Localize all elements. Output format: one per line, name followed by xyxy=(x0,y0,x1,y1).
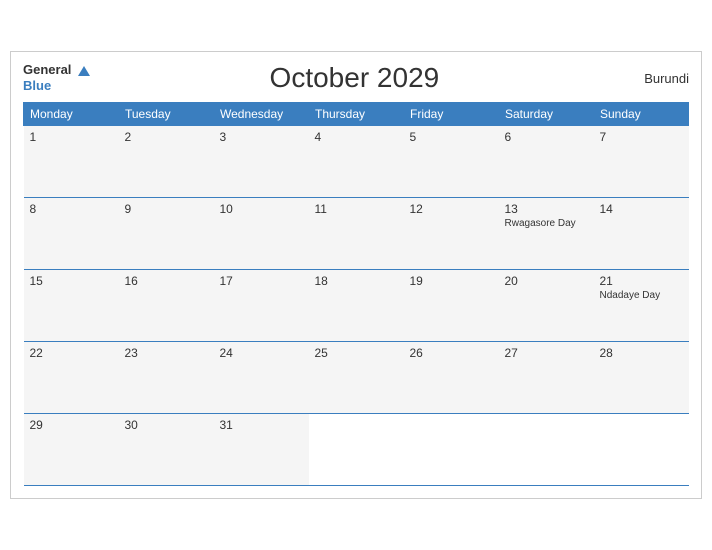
calendar-day: 23 xyxy=(119,342,214,414)
header-tuesday: Tuesday xyxy=(119,103,214,126)
day-number: 16 xyxy=(125,274,208,288)
calendar-day: 17 xyxy=(214,270,309,342)
logo-general-text: General xyxy=(23,62,71,77)
day-number: 20 xyxy=(505,274,588,288)
calendar-day: 28 xyxy=(594,342,689,414)
calendar-day: 12 xyxy=(404,198,499,270)
calendar-day: 7 xyxy=(594,126,689,198)
calendar-day: 24 xyxy=(214,342,309,414)
calendar-day xyxy=(404,414,499,486)
day-number: 7 xyxy=(600,130,683,144)
day-number: 31 xyxy=(220,418,303,432)
day-number: 23 xyxy=(125,346,208,360)
day-number: 27 xyxy=(505,346,588,360)
day-number: 17 xyxy=(220,274,303,288)
header-sunday: Sunday xyxy=(594,103,689,126)
header-friday: Friday xyxy=(404,103,499,126)
header-saturday: Saturday xyxy=(499,103,594,126)
calendar-day: 18 xyxy=(309,270,404,342)
day-number: 28 xyxy=(600,346,683,360)
logo-top-row: General xyxy=(23,62,90,78)
calendar-day: 13 Rwagasore Day xyxy=(499,198,594,270)
header-wednesday: Wednesday xyxy=(214,103,309,126)
day-number: 30 xyxy=(125,418,208,432)
day-number: 29 xyxy=(30,418,113,432)
day-number: 3 xyxy=(220,130,303,144)
calendar-container: General Blue October 2029 Burundi Monday… xyxy=(10,51,702,499)
calendar-header: General Blue October 2029 Burundi xyxy=(23,62,689,94)
calendar-day: 26 xyxy=(404,342,499,414)
day-number: 15 xyxy=(30,274,113,288)
day-number: 5 xyxy=(410,130,493,144)
day-number: 13 xyxy=(505,202,588,216)
day-number: 26 xyxy=(410,346,493,360)
calendar-day: 22 xyxy=(24,342,119,414)
day-number: 11 xyxy=(315,202,398,216)
calendar-day xyxy=(309,414,404,486)
day-number: 6 xyxy=(505,130,588,144)
calendar-day: 3 xyxy=(214,126,309,198)
logo-triangle-icon xyxy=(78,66,90,76)
week-row-3: 15 16 17 18 19 20 21 Ndadaye Day xyxy=(24,270,689,342)
week-row-2: 89 10 11 12 13 Rwagasore Day 14 xyxy=(24,198,689,270)
day-number: 10 xyxy=(220,202,303,216)
calendar-day: 30 xyxy=(119,414,214,486)
calendar-grid: Monday Tuesday Wednesday Thursday Friday… xyxy=(23,102,689,486)
calendar-day: 10 xyxy=(214,198,309,270)
day-number: 22 xyxy=(30,346,113,360)
calendar-day xyxy=(594,414,689,486)
calendar-title: October 2029 xyxy=(90,62,619,94)
calendar-day: 2 xyxy=(119,126,214,198)
calendar-day: 6 xyxy=(499,126,594,198)
week-row-5: 29 30 31 xyxy=(24,414,689,486)
calendar-day: 8 xyxy=(24,198,119,270)
calendar-day: 29 xyxy=(24,414,119,486)
calendar-day: 27 xyxy=(499,342,594,414)
day-number: 21 xyxy=(600,274,683,288)
calendar-day xyxy=(499,414,594,486)
logo-blue-text: Blue xyxy=(23,78,51,93)
calendar-country: Burundi xyxy=(619,71,689,86)
calendar-day: 4 xyxy=(309,126,404,198)
header-thursday: Thursday xyxy=(309,103,404,126)
day-number: 4 xyxy=(315,130,398,144)
day-number: 19 xyxy=(410,274,493,288)
day-number: 12 xyxy=(410,202,493,216)
holiday-label: Rwagasore Day xyxy=(505,218,588,229)
calendar-day: 31 xyxy=(214,414,309,486)
day-number: 24 xyxy=(220,346,303,360)
logo: General Blue xyxy=(23,62,90,93)
holiday-label: Ndadaye Day xyxy=(600,290,683,301)
calendar-day: 1 xyxy=(24,126,119,198)
day-number: 14 xyxy=(600,202,683,216)
calendar-day: 16 xyxy=(119,270,214,342)
calendar-day: 19 xyxy=(404,270,499,342)
day-number: 1 xyxy=(30,130,113,144)
day-number: 8 xyxy=(30,202,113,216)
calendar-day: 20 xyxy=(499,270,594,342)
day-number: 25 xyxy=(315,346,398,360)
week-row-4: 22 23 24 25 26 27 28 xyxy=(24,342,689,414)
days-header-row: Monday Tuesday Wednesday Thursday Friday… xyxy=(24,103,689,126)
day-number: 9 xyxy=(125,202,208,216)
calendar-day: 9 xyxy=(119,198,214,270)
week-row-1: 1234567 xyxy=(24,126,689,198)
calendar-day: 5 xyxy=(404,126,499,198)
day-number: 2 xyxy=(125,130,208,144)
calendar-day: 15 xyxy=(24,270,119,342)
calendar-day: 21 Ndadaye Day xyxy=(594,270,689,342)
calendar-day: 14 xyxy=(594,198,689,270)
header-monday: Monday xyxy=(24,103,119,126)
day-number: 18 xyxy=(315,274,398,288)
calendar-day: 11 xyxy=(309,198,404,270)
calendar-day: 25 xyxy=(309,342,404,414)
